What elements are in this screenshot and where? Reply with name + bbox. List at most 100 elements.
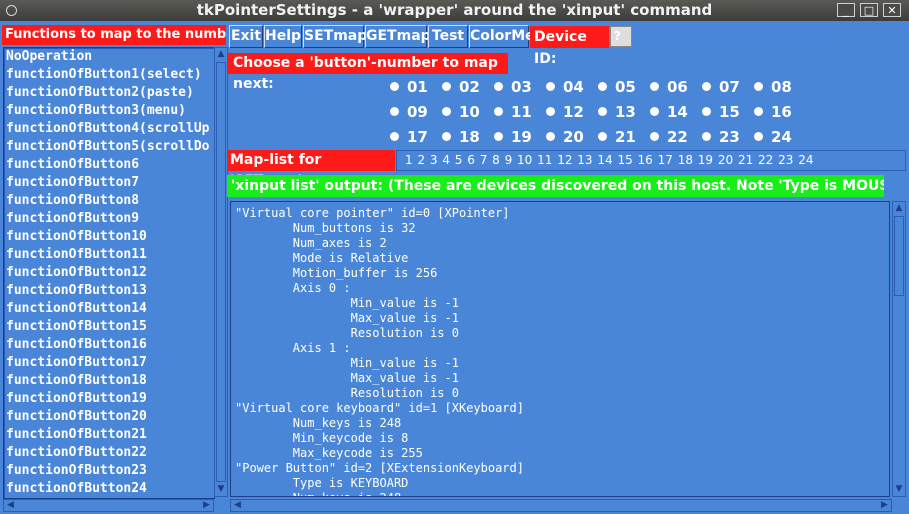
radio-dot-icon[interactable] <box>754 107 763 116</box>
radio-dot-icon[interactable] <box>390 107 399 116</box>
help-button[interactable]: Help <box>264 25 302 48</box>
radio-dot-icon[interactable] <box>702 82 711 91</box>
function-list-item[interactable]: functionOfButton19 <box>4 390 214 408</box>
function-list-item[interactable]: functionOfButton13 <box>4 282 214 300</box>
radio-dot-icon[interactable] <box>442 107 451 116</box>
radio-dot-icon[interactable] <box>494 107 503 116</box>
function-list-item[interactable]: functionOfButton16 <box>4 336 214 354</box>
button-number-radio[interactable]: 09 <box>390 103 428 121</box>
function-list-item[interactable]: functionOfButton20 <box>4 408 214 426</box>
scroll-right-arrow-icon[interactable]: ▶ <box>878 500 891 511</box>
xinput-output-textarea[interactable]: "Virtual core pointer" id=0 [XPointer] N… <box>230 201 890 497</box>
function-list-item[interactable]: functionOfButton9 <box>4 210 214 228</box>
button-number-radio[interactable]: 18 <box>442 128 480 146</box>
scroll-thumb[interactable] <box>216 62 226 482</box>
button-number-radio[interactable]: 24 <box>754 128 792 146</box>
function-list-item[interactable]: functionOfButton11 <box>4 246 214 264</box>
function-list-item[interactable]: functionOfButton1(select) <box>4 66 214 84</box>
button-number-radio[interactable]: 14 <box>650 103 688 121</box>
radio-dot-icon[interactable] <box>494 132 503 141</box>
radio-dot-icon[interactable] <box>442 132 451 141</box>
window-titlebar[interactable]: tkPointerSettings - a 'wrapper' around t… <box>0 0 909 21</box>
functions-listbox[interactable]: NoOperation functionOfButton1(select) func… <box>3 47 215 499</box>
function-list-item[interactable]: functionOfButton4(scrollUp <box>4 120 214 138</box>
button-number-radio[interactable]: 07 <box>702 78 740 96</box>
function-list-item[interactable]: functionOfButton3(menu) <box>4 102 214 120</box>
function-list-item[interactable]: functionOfButton23 <box>4 462 214 480</box>
radio-dot-icon[interactable] <box>390 82 399 91</box>
button-number-radio[interactable]: 19 <box>494 128 532 146</box>
radio-dot-icon[interactable] <box>650 132 659 141</box>
radio-dot-icon[interactable] <box>754 82 763 91</box>
button-number-radio[interactable]: 03 <box>494 78 532 96</box>
button-number-radio[interactable]: 22 <box>650 128 688 146</box>
button-number-radio[interactable]: 11 <box>494 103 532 121</box>
function-list-item[interactable]: functionOfButton2(paste) <box>4 84 214 102</box>
button-number-radio[interactable]: 04 <box>546 78 584 96</box>
scroll-down-arrow-icon[interactable]: ▼ <box>893 483 905 496</box>
function-list-item[interactable]: functionOfButton8 <box>4 192 214 210</box>
radio-dot-icon[interactable] <box>702 107 711 116</box>
radio-dot-icon[interactable] <box>546 107 555 116</box>
button-number-radio[interactable]: 21 <box>598 128 636 146</box>
function-list-item[interactable]: functionOfButton10 <box>4 228 214 246</box>
function-list-item[interactable]: NoOperation <box>4 48 214 66</box>
radio-dot-icon[interactable] <box>546 82 555 91</box>
scroll-up-arrow-icon[interactable]: ▲ <box>893 202 905 215</box>
radio-dot-icon[interactable] <box>598 82 607 91</box>
setmap-button[interactable]: SETmap <box>303 25 367 48</box>
radio-dot-icon[interactable] <box>754 132 763 141</box>
scroll-left-arrow-icon[interactable]: ◀ <box>4 500 17 511</box>
radio-dot-icon[interactable] <box>650 82 659 91</box>
scroll-thumb[interactable] <box>894 216 904 296</box>
function-list-item[interactable]: functionOfButton7 <box>4 174 214 192</box>
radio-dot-icon[interactable] <box>650 107 659 116</box>
device-id-input[interactable]: ? <box>610 26 632 47</box>
scroll-down-arrow-icon[interactable]: ▼ <box>215 483 227 496</box>
output-vertical-scrollbar[interactable]: ▲ ▼ <box>892 201 906 497</box>
function-list-item[interactable]: functionOfButton14 <box>4 300 214 318</box>
button-number-radio[interactable]: 23 <box>702 128 740 146</box>
functions-vertical-scrollbar[interactable]: ▲ ▼ <box>214 47 228 497</box>
function-list-item[interactable]: functionOfButton24 <box>4 480 214 498</box>
button-number-radio[interactable]: 12 <box>546 103 584 121</box>
radio-dot-icon[interactable] <box>598 107 607 116</box>
radio-dot-icon[interactable] <box>546 132 555 141</box>
function-list-item[interactable]: functionOfButton22 <box>4 444 214 462</box>
button-number-radio[interactable]: 06 <box>650 78 688 96</box>
button-number-radio[interactable]: 02 <box>442 78 480 96</box>
getmap-button[interactable]: GETmap <box>365 25 431 48</box>
button-number-radio[interactable]: 13 <box>598 103 636 121</box>
exit-button[interactable]: Exit <box>229 25 263 48</box>
maximize-button[interactable]: □ <box>860 3 878 17</box>
function-list-item[interactable]: functionOfButton5(scrollDo <box>4 138 214 156</box>
button-number-radio[interactable]: 15 <box>702 103 740 121</box>
scroll-left-arrow-icon[interactable]: ◀ <box>231 500 244 511</box>
functions-horizontal-scrollbar[interactable]: ◀ ▶ <box>3 499 214 512</box>
test-button[interactable]: Test <box>428 25 468 48</box>
close-button[interactable]: ✕ <box>883 3 901 17</box>
scroll-up-arrow-icon[interactable]: ▲ <box>215 48 227 61</box>
map-list-input[interactable]: 1 2 3 4 5 6 7 8 9 10 11 12 13 14 15 16 1… <box>396 150 906 171</box>
function-list-item[interactable]: functionOfButton6 <box>4 156 214 174</box>
output-horizontal-scrollbar[interactable]: ◀ ▶ <box>230 499 892 512</box>
button-number-radio[interactable]: 01 <box>390 78 428 96</box>
function-list-item[interactable]: functionOfButton15 <box>4 318 214 336</box>
function-list-item[interactable]: functionOfButton18 <box>4 372 214 390</box>
radio-dot-icon[interactable] <box>442 82 451 91</box>
button-number-radio[interactable]: 10 <box>442 103 480 121</box>
radio-dot-icon[interactable] <box>390 132 399 141</box>
function-list-item[interactable]: functionOfButton17 <box>4 354 214 372</box>
colorme-button[interactable]: ColorMe <box>469 25 535 48</box>
button-number-radio[interactable]: 20 <box>546 128 584 146</box>
button-number-radio[interactable]: 17 <box>390 128 428 146</box>
function-list-item[interactable]: functionOfButton12 <box>4 264 214 282</box>
radio-dot-icon[interactable] <box>598 132 607 141</box>
button-number-radio[interactable]: 16 <box>754 103 792 121</box>
function-list-item[interactable]: functionOfButton21 <box>4 426 214 444</box>
button-number-radio[interactable]: 05 <box>598 78 636 96</box>
scroll-right-arrow-icon[interactable]: ▶ <box>200 500 213 511</box>
button-number-radio[interactable]: 08 <box>754 78 792 96</box>
radio-dot-icon[interactable] <box>494 82 503 91</box>
radio-dot-icon[interactable] <box>702 132 711 141</box>
